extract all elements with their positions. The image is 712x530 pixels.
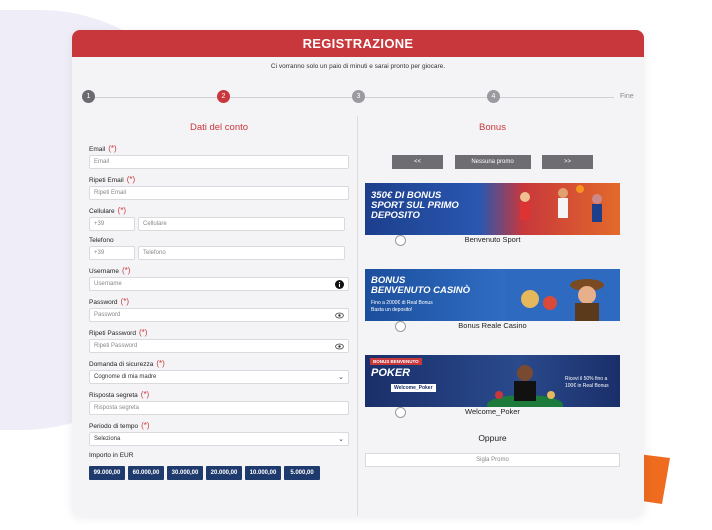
promo-nav: << Nessuna promo >>	[365, 155, 620, 169]
section-title: Bonus	[479, 122, 506, 133]
step-line	[95, 97, 217, 98]
chevron-down-icon: ⌄	[338, 374, 344, 381]
casino-banner-small-1: Fino a 2000€ di Real Bonus	[371, 300, 433, 306]
amount-button[interactable]: 30.000,00	[167, 466, 203, 480]
poker-banner-small-1: Ricevi il 50% fino a	[565, 376, 608, 382]
casino-banner-small-2: Basta un deposito!	[371, 307, 413, 313]
repeat-password-placeholder: Ripeti Password	[94, 343, 138, 349]
password-field[interactable]: Password	[89, 308, 349, 322]
option-label: Benvenuto Sport	[464, 235, 521, 244]
sport-bonus-option[interactable]: Benvenuto Sport	[365, 235, 620, 247]
prev-promo-button[interactable]: <<	[392, 155, 443, 169]
mobile-field[interactable]: Cellulare	[138, 217, 345, 231]
subtitle: Ci vorranno solo un paio di minuti e sar…	[270, 63, 446, 70]
amount-button[interactable]: 20.000,00	[206, 466, 242, 480]
poker-banner-small-2: 100€ in Real Bonus	[565, 383, 609, 389]
step-1: 1	[82, 90, 95, 103]
time-period-value: Seleziona	[94, 436, 121, 442]
stepper: 1 2 3 4 Fine	[82, 90, 634, 104]
password-placeholder: Password	[94, 312, 121, 318]
repeat-email-label: Ripeti Email (*)	[89, 175, 136, 184]
option-label: Welcome_Poker	[465, 407, 520, 416]
amount-label: Importo in EUR	[89, 452, 134, 459]
no-promo-button[interactable]: Nessuna promo	[454, 155, 531, 169]
step-end-label: Fine	[620, 93, 634, 100]
repeat-password-label: Ripeti Password (*)	[89, 328, 148, 337]
step-2: 2	[217, 90, 230, 103]
eye-icon[interactable]	[335, 342, 344, 351]
security-question-label: Domanda di sicurezza (*)	[89, 359, 165, 368]
amount-button[interactable]: 99.000,00	[89, 466, 125, 480]
phone-field[interactable]: Telefono	[138, 246, 345, 260]
email-field[interactable]: Email	[89, 155, 349, 169]
info-icon[interactable]	[335, 280, 344, 289]
security-question-select[interactable]: Cognome di mia madre ⌄	[89, 370, 349, 384]
sport-bonus-banner[interactable]: 350€ DI BONUS SPORT SUL PRIMO DEPOSITO	[365, 183, 620, 235]
phone-prefix-field[interactable]: +39	[89, 246, 135, 260]
page-title: REGISTRAZIONE	[72, 30, 644, 57]
chevron-down-icon: ⌄	[338, 436, 344, 443]
repeat-email-field[interactable]: Ripeti Email	[89, 186, 349, 200]
column-divider	[357, 116, 358, 516]
secret-answer-label: Risposta segreta (*)	[89, 390, 150, 399]
mobile-label: Cellulare (*)	[89, 206, 127, 215]
step-4: 4	[487, 90, 500, 103]
step-line	[230, 97, 352, 98]
username-field[interactable]: Username	[89, 277, 349, 291]
casino-banner-text: BONUS BENVENUTO CASINÒ	[371, 275, 471, 296]
option-label: Bonus Reale Casino	[458, 321, 527, 330]
or-label: Oppure	[478, 433, 507, 443]
phone-label: Telefono	[89, 237, 114, 244]
step-3: 3	[352, 90, 365, 103]
poker-bonus-option[interactable]: Welcome_Poker	[365, 407, 620, 419]
bonus-section: Bonus << Nessuna promo >> 350€ DI BONUS …	[365, 122, 620, 467]
poker-code: Welcome_Poker	[391, 384, 436, 392]
amount-options: 99.000,00 60.000,00 30.000,00 20.000,00 …	[89, 466, 349, 480]
casino-character-image	[505, 269, 620, 321]
sport-players-image	[520, 185, 602, 222]
registration-card: REGISTRAZIONE Ci vorranno solo un paio d…	[72, 30, 644, 516]
username-placeholder: Username	[94, 281, 122, 287]
password-label: Password (*)	[89, 297, 129, 306]
secret-answer-field[interactable]: Risposta segreta	[89, 401, 349, 415]
mobile-prefix-field[interactable]: +39	[89, 217, 135, 231]
promo-code-field[interactable]: Sigla Promo	[365, 453, 620, 467]
step-line	[500, 97, 614, 98]
amount-button[interactable]: 60.000,00	[128, 466, 164, 480]
casino-bonus-option[interactable]: Bonus Reale Casino	[365, 321, 620, 333]
repeat-password-field[interactable]: Ripeti Password	[89, 339, 349, 353]
section-title: Dati del conto	[189, 122, 249, 133]
step-line	[365, 97, 487, 98]
poker-banner-title: POKER	[371, 367, 411, 379]
time-period-select[interactable]: Seleziona ⌄	[89, 432, 349, 446]
security-question-value: Cognome di mia madre	[94, 374, 157, 380]
next-promo-button[interactable]: >>	[542, 155, 593, 169]
account-data-section: Dati del conto Email (*) Email Ripeti Ema…	[89, 122, 349, 480]
poker-bonus-banner[interactable]: BONUS BENVENUTO POKER Welcome_Poker Rice…	[365, 355, 620, 407]
eye-icon[interactable]	[335, 311, 344, 320]
amount-button[interactable]: 5.000,00	[284, 466, 320, 480]
casino-bonus-banner[interactable]: BONUS BENVENUTO CASINÒ Fino a 2000€ di R…	[365, 269, 620, 321]
sport-banner-text: 350€ DI BONUS SPORT SUL PRIMO DEPOSITO	[371, 190, 459, 221]
poker-dealer-image	[487, 365, 563, 407]
poker-badge: BONUS BENVENUTO	[370, 358, 422, 365]
username-label: Username (*)	[89, 266, 131, 275]
amount-button[interactable]: 10.000,00	[245, 466, 281, 480]
email-label: Email (*)	[89, 144, 117, 153]
time-period-label: Periodo di tempo (*)	[89, 421, 150, 430]
